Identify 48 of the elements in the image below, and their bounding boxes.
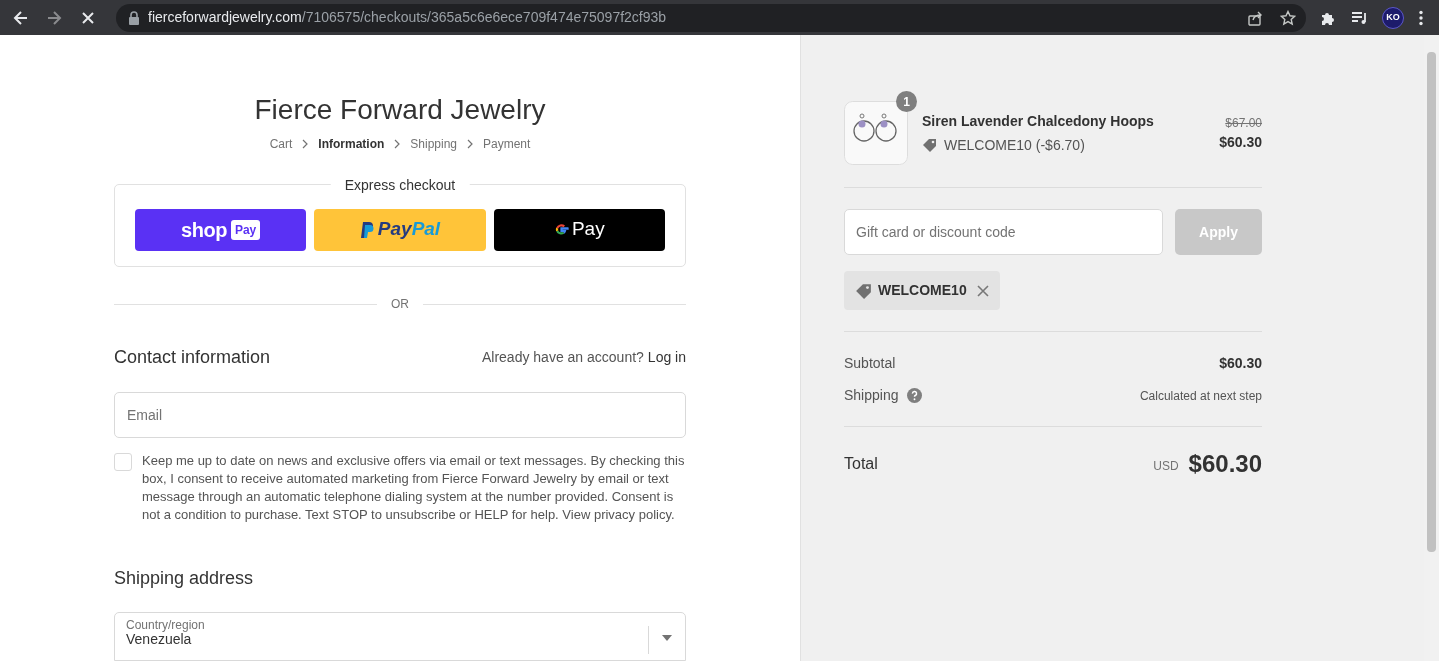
scrollbar[interactable] — [1424, 35, 1439, 661]
menu-icon[interactable] — [1419, 9, 1423, 26]
subtotal-value: $60.30 — [1219, 354, 1262, 373]
product-name: Siren Lavender Chalcedony Hoops — [922, 111, 1155, 131]
consent-text: Keep me up to date on news and exclusive offers via email or text messages. By checking this box, I consent to receive automated marketing from Fierce Forward Jewelry by email or text message through an automatic telephone dialing system at the number provided. Consent is not a condition to purchase. Text STOP to unsubscribe or HELP for help. View privacy policy. — [142, 451, 686, 524]
tag-icon — [855, 282, 872, 299]
country-select[interactable]: Country/region Venezuela — [114, 611, 686, 661]
paypal-logo-icon — [359, 220, 374, 239]
discount-code: WELCOME10 — [878, 281, 967, 300]
section-heading: Shipping address — [114, 566, 255, 590]
breadcrumb-link[interactable]: Shipping — [410, 135, 457, 153]
field-label: Country/region — [126, 617, 206, 632]
star-icon[interactable] — [1280, 9, 1296, 26]
breadcrumb-link[interactable]: Cart — [269, 135, 293, 153]
original-price: $67.00 — [1225, 114, 1262, 132]
total-label: Total — [844, 454, 878, 474]
item-price: $60.30 — [1219, 132, 1262, 152]
discount-text: WELCOME10 (-$6.70) — [944, 135, 1085, 155]
profile-avatar[interactable]: KO — [1382, 6, 1404, 29]
share-icon[interactable] — [1247, 9, 1263, 26]
section-heading: Contact information — [114, 346, 271, 370]
quantity-badge: 1 — [896, 91, 917, 112]
address-bar[interactable]: fierceforwardjewelry.com/7106575/checkouts/365a5c6e6ece709f474e75097f2cf93b — [116, 3, 1306, 32]
chevron-icon — [465, 139, 475, 149]
marketing-checkbox[interactable] — [114, 452, 132, 471]
breadcrumb-link[interactable]: Payment — [483, 135, 531, 153]
discount-code-field[interactable]: Gift card or discount code — [844, 209, 1163, 255]
close-icon[interactable] — [80, 9, 96, 26]
url-text: fierceforwardjewelry.com/7106575/checkouts/365a5c6e6ece709f474e75097f2cf93b — [148, 8, 667, 27]
lock-icon — [128, 10, 140, 25]
account-prompt: Already have an account? — [481, 348, 644, 368]
shipping-label: Shipping — [844, 386, 899, 405]
shipping-value: Calculated at next step — [1139, 387, 1262, 405]
media-queue-icon[interactable] — [1351, 9, 1369, 26]
help-icon[interactable] — [906, 388, 922, 403]
currency-code: USD — [1153, 457, 1179, 475]
paypal-button[interactable]: PayPal — [314, 208, 486, 251]
field-value: Venezuela — [126, 631, 192, 646]
store-title: Fierce Forward Jewelry — [253, 93, 547, 127]
total-value: $60.30 — [1188, 449, 1262, 479]
subtotal-label: Subtotal — [844, 354, 896, 373]
breadcrumb-link[interactable]: Information — [318, 135, 385, 153]
divider-label: OR — [390, 296, 410, 314]
google-g-icon — [553, 222, 569, 237]
dropdown-caret-icon — [661, 633, 673, 642]
tag-icon — [922, 138, 937, 152]
login-link[interactable]: Log in — [647, 347, 686, 369]
email-field[interactable]: Email — [114, 392, 686, 438]
